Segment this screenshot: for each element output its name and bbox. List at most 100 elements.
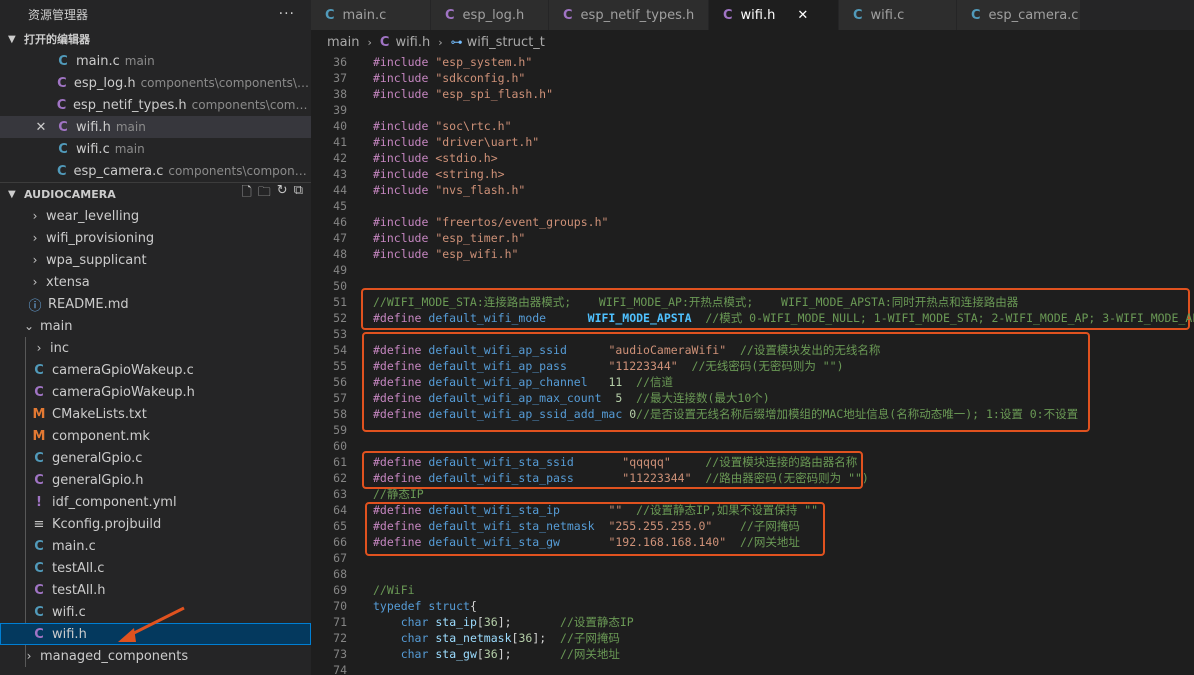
- code-text: //静态IP: [373, 487, 424, 501]
- code-line[interactable]: 63 //静态IP: [311, 486, 1194, 502]
- tree-file[interactable]: M CMakeLists.txt: [0, 403, 311, 425]
- code-editor[interactable]: 36 #include "esp_system.h" 37 #include "sdk…: [311, 54, 1194, 675]
- tree-folder[interactable]: › wear_levelling: [0, 205, 311, 227]
- code-line[interactable]: 49: [311, 262, 1194, 278]
- code-line[interactable]: 54 #define default_wifi_ap_ssid "audioCam…: [311, 342, 1194, 358]
- open-editor-path: components\components\log\in...: [140, 76, 311, 90]
- code-line[interactable]: 53: [311, 326, 1194, 342]
- code-line[interactable]: 40 #include "soc\rtc.h": [311, 118, 1194, 134]
- code-line[interactable]: 43 #include <string.h>: [311, 166, 1194, 182]
- tree-item-label: inc: [50, 340, 69, 356]
- code-line[interactable]: 66 #define default_wifi_sta_gw "192.168.1…: [311, 534, 1194, 550]
- breadcrumb-symbol[interactable]: wifi_struct_t: [467, 35, 545, 50]
- close-icon[interactable]: ✕: [797, 8, 808, 23]
- code-line[interactable]: 48 #include "esp_wifi.h": [311, 246, 1194, 262]
- code-line[interactable]: 64 #define default_wifi_sta_ip "" //设置静态I…: [311, 502, 1194, 518]
- code-line[interactable]: 67: [311, 550, 1194, 566]
- code-text: #define default_wifi_sta_gw "192.168.168…: [373, 535, 800, 549]
- tree-file[interactable]: CgeneralGpio.c: [0, 447, 311, 469]
- code-line[interactable]: 56 #define default_wifi_ap_channel 11 //信…: [311, 374, 1194, 390]
- open-editors-section[interactable]: ▼ 打开的编辑器: [0, 28, 311, 50]
- breadcrumb-folder[interactable]: main: [327, 35, 359, 50]
- open-editor-item[interactable]: Cesp_camera.c components\components\c...: [0, 160, 311, 182]
- tree-file[interactable]: CcameraGpioWakeup.h: [0, 381, 311, 403]
- open-editor-path: components\componen...: [191, 98, 311, 112]
- code-line[interactable]: 46 #include "freertos/event_groups.h": [311, 214, 1194, 230]
- code-line[interactable]: 41 #include "driver\uart.h": [311, 134, 1194, 150]
- line-number: 72: [333, 631, 347, 645]
- tab-esp-netif-types-h[interactable]: Cesp_netif_types.h: [549, 0, 709, 30]
- project-section[interactable]: ▼ AUDIOCAMERA 🗋 🗀 ↻ ⧉: [0, 182, 311, 205]
- code-line[interactable]: 47 #include "esp_timer.h": [311, 230, 1194, 246]
- code-line[interactable]: 45: [311, 198, 1194, 214]
- cmake-file-icon: M: [32, 428, 46, 444]
- tree-folder[interactable]: › wpa_supplicant: [0, 249, 311, 271]
- tab-wifi-h[interactable]: Cwifi.h ✕: [709, 0, 839, 30]
- tree-file[interactable]: CcameraGpioWakeup.c: [0, 359, 311, 381]
- tree-item-label: generalGpio.c: [52, 450, 143, 466]
- code-text: #define default_wifi_ap_ssid_add_mac 0//…: [373, 407, 1079, 421]
- tree-folder[interactable]: › xtensa: [0, 271, 311, 293]
- open-editor-item[interactable]: Cwifi.c main: [0, 138, 311, 160]
- code-line[interactable]: 60: [311, 438, 1194, 454]
- close-icon[interactable]: ✕: [34, 120, 48, 135]
- code-line[interactable]: 58 #define default_wifi_ap_ssid_add_mac 0…: [311, 406, 1194, 422]
- code-line[interactable]: 69 //WiFi: [311, 582, 1194, 598]
- open-editor-item[interactable]: Cmain.c main: [0, 50, 311, 72]
- code-line[interactable]: 70 typedef struct{: [311, 598, 1194, 614]
- new-folder-icon[interactable]: 🗀: [258, 183, 271, 205]
- tab-esp-camera-c[interactable]: Cesp_camera.c: [957, 0, 1081, 30]
- line-number: 57: [333, 391, 347, 405]
- code-line[interactable]: 36 #include "esp_system.h": [311, 54, 1194, 70]
- tree-file[interactable]: Mcomponent.mk: [0, 425, 311, 447]
- collapse-all-icon[interactable]: ⧉: [294, 183, 303, 205]
- open-editor-path: main: [114, 142, 145, 156]
- tree-item-label: Kconfig.projbuild: [52, 516, 162, 532]
- breadcrumb-file[interactable]: wifi.h: [395, 35, 430, 50]
- tree-file[interactable]: Cmain.c: [0, 535, 311, 557]
- tree-folder[interactable]: › inc: [0, 337, 311, 359]
- code-line[interactable]: 44 #include "nvs_flash.h": [311, 182, 1194, 198]
- tree-file[interactable]: ⓘ README.md: [0, 293, 311, 315]
- tree-file[interactable]: CgeneralGpio.h: [0, 469, 311, 491]
- code-line[interactable]: 39: [311, 102, 1194, 118]
- tree-file[interactable]: CtestAll.h: [0, 579, 311, 601]
- open-editor-item[interactable]: ✕ Cwifi.h main: [0, 116, 311, 138]
- code-line[interactable]: 73 char sta_gw[36]; //网关地址: [311, 646, 1194, 662]
- refresh-icon[interactable]: ↻: [277, 183, 288, 205]
- more-actions-icon[interactable]: ···: [279, 6, 295, 22]
- code-text: #define default_wifi_sta_ip "" //设置静态IP,…: [373, 503, 819, 517]
- tree-file[interactable]: CtestAll.c: [0, 557, 311, 579]
- new-file-icon[interactable]: 🗋: [241, 183, 251, 205]
- line-number: 64: [333, 503, 347, 517]
- chevron-right-icon: ›: [32, 275, 38, 289]
- code-line[interactable]: 51 //WIFI_MODE_STA:连接路由器模式; WIFI_MODE_AP:…: [311, 294, 1194, 310]
- code-line[interactable]: 42 #include <stdio.h>: [311, 150, 1194, 166]
- c-header-file-icon: C: [56, 97, 67, 113]
- code-line[interactable]: 68: [311, 566, 1194, 582]
- code-line[interactable]: 74: [311, 662, 1194, 675]
- tree-file[interactable]: ≡ Kconfig.projbuild: [0, 513, 311, 535]
- code-line[interactable]: 57 #define default_wifi_ap_max_count 5 //…: [311, 390, 1194, 406]
- tab-wifi-c[interactable]: Cwifi.c: [839, 0, 957, 30]
- code-line[interactable]: 55 #define default_wifi_ap_pass "11223344…: [311, 358, 1194, 374]
- tree-folder[interactable]: ⌄ main: [0, 315, 311, 337]
- code-line[interactable]: 72 char sta_netmask[36]; //子网掩码: [311, 630, 1194, 646]
- code-line[interactable]: 52 #define default_wifi_mode WIFI_MODE_AP…: [311, 310, 1194, 326]
- open-editor-item[interactable]: Cesp_netif_types.h components\componen...: [0, 94, 311, 116]
- code-line[interactable]: 37 #include "sdkconfig.h": [311, 70, 1194, 86]
- code-text: #define default_wifi_ap_channel 11 //信道: [373, 375, 674, 389]
- tab-main-c[interactable]: Cmain.c: [311, 0, 431, 30]
- tree-file[interactable]: ! idf_component.yml: [0, 491, 311, 513]
- code-line[interactable]: 71 char sta_ip[36]; //设置静态IP: [311, 614, 1194, 630]
- open-editor-item[interactable]: Cesp_log.h components\components\log\in..…: [0, 72, 311, 94]
- code-line[interactable]: 50: [311, 278, 1194, 294]
- code-line[interactable]: 38 #include "esp_spi_flash.h": [311, 86, 1194, 102]
- code-line[interactable]: 59: [311, 422, 1194, 438]
- c-file-icon: C: [34, 560, 44, 576]
- tab-esp-log-h[interactable]: Cesp_log.h: [431, 0, 549, 30]
- code-line[interactable]: 61 #define default_wifi_sta_ssid "qqqqq" …: [311, 454, 1194, 470]
- code-line[interactable]: 62 #define default_wifi_sta_pass "1122334…: [311, 470, 1194, 486]
- code-line[interactable]: 65 #define default_wifi_sta_netmask "255.…: [311, 518, 1194, 534]
- tree-folder[interactable]: › wifi_provisioning: [0, 227, 311, 249]
